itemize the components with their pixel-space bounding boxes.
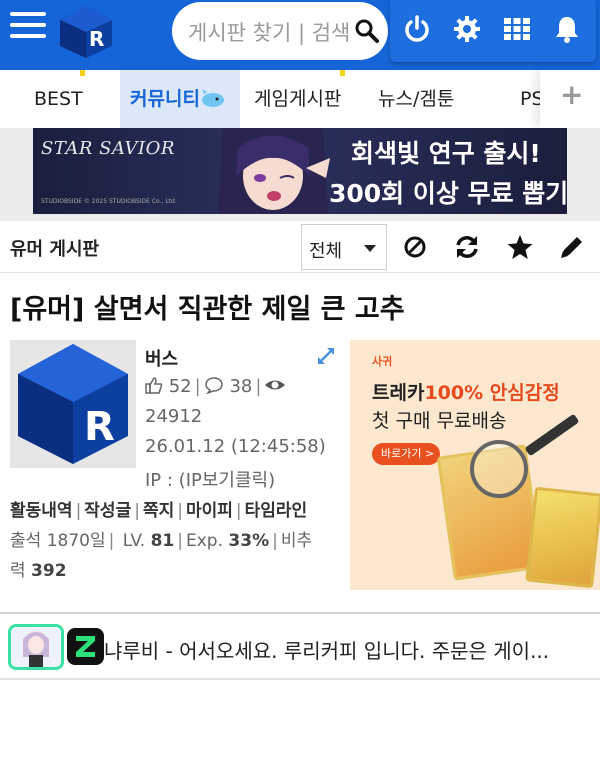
trading-card-image xyxy=(525,486,600,589)
ratio-label: 비추 xyxy=(280,531,313,551)
power-icon[interactable] xyxy=(402,14,432,44)
thumbs-up-icon xyxy=(145,377,163,394)
game-banner-ad[interactable]: STAR SAVIOR STUDIOBSIDE © 2025 STUDIOBSI… xyxy=(33,128,567,214)
bell-icon[interactable] xyxy=(552,14,582,44)
like-count: 52 xyxy=(168,376,192,397)
level-label: LV. xyxy=(122,531,146,551)
banner-logo: STAR SAVIOR xyxy=(41,138,175,159)
exp-value: 33% xyxy=(228,531,270,551)
board-toolbar: 유머 게시판 전체 xyxy=(0,221,600,273)
tab-news-toons[interactable]: 뉴스/겜툰 xyxy=(378,70,454,128)
block-icon[interactable] xyxy=(401,233,429,261)
ratio-value: 392 xyxy=(31,561,67,581)
chevron-down-icon xyxy=(364,245,376,252)
comment-text: 냐루비 - 어서오세요. 루리커피 입니다. 주문은 게이... xyxy=(104,639,550,663)
commenter-avatar[interactable] xyxy=(8,624,64,670)
author-links: 활동내역 | 작성글 | 쪽지 | 마이피 | 타임라인 xyxy=(10,501,308,521)
board-title: 유머 게시판 xyxy=(10,239,100,260)
filter-select[interactable]: 전체 xyxy=(301,224,387,270)
pencil-icon[interactable] xyxy=(558,233,586,261)
top-header: R 게시판 찾기 | 검색 xyxy=(0,0,600,70)
plus-icon: + xyxy=(560,78,584,111)
link-activity[interactable]: 활동내역 xyxy=(10,501,73,521)
author-stats-line2: 력 392 xyxy=(10,556,67,581)
banner-subheadline: 300회 이상 무료 뽑기! xyxy=(329,179,567,208)
comment-count: 38 xyxy=(229,376,253,397)
level-value: 81 xyxy=(150,531,175,551)
ad-cta-button[interactable]: 바로가기 > xyxy=(372,443,440,465)
tab-community[interactable]: 커뮤니티 xyxy=(120,70,240,128)
gear-icon[interactable] xyxy=(452,14,482,44)
anime-avatar-image xyxy=(23,631,49,667)
attendance-value: 1870일 xyxy=(46,531,106,551)
post-title: [유머] 살면서 직관한 제일 큰 고추 xyxy=(10,294,405,325)
ad-headline-a: 트레카 xyxy=(372,382,425,404)
magnifier-handle xyxy=(524,413,580,457)
ratio-label-cont: 력 xyxy=(10,561,26,581)
post-stats: 52 | 38 | xyxy=(145,376,286,397)
link-mypi[interactable]: 마이피 xyxy=(186,501,233,521)
menu-icon[interactable] xyxy=(10,12,46,44)
site-logo[interactable]: R xyxy=(58,4,114,60)
refresh-icon[interactable] xyxy=(453,233,481,261)
expand-icon[interactable] xyxy=(316,346,336,366)
author-avatar[interactable]: R xyxy=(10,340,136,468)
filter-selected: 전체 xyxy=(309,241,343,262)
whale-icon xyxy=(201,89,224,107)
search-placeholder: 게시판 찾기 | 검색 xyxy=(188,21,351,45)
section-divider xyxy=(0,612,600,614)
section-divider xyxy=(0,678,600,680)
tab-game-boards[interactable]: 게임게시판 xyxy=(254,70,341,128)
ad-headline: 트레카100% 안심감정 xyxy=(372,378,560,405)
tab-community-label: 커뮤니티 xyxy=(130,88,200,110)
comment-icon xyxy=(204,377,223,395)
author-name[interactable]: 버스 xyxy=(145,345,178,371)
eye-icon xyxy=(265,380,286,390)
ad-subheadline: 첫 구매 무료배송 xyxy=(372,410,507,432)
z-badge-icon xyxy=(67,628,104,665)
grid-icon[interactable] xyxy=(502,14,532,44)
header-actions xyxy=(390,0,596,62)
link-posts[interactable]: 작성글 xyxy=(84,501,131,521)
ad-headline-b: 100% 안심감정 xyxy=(424,382,560,404)
ad-brand: 사귀 xyxy=(372,355,393,368)
star-icon[interactable] xyxy=(506,233,534,261)
view-count: 24912 xyxy=(145,406,203,427)
author-stats-line1: 출석 1870일 | LV. 81 | Exp. 33% | 비추 xyxy=(10,531,313,551)
magnifier-icon xyxy=(470,440,528,498)
banner-copyright: STUDIOBSIDE © 2025 STUDIOBSIDE Co., Ltd. xyxy=(41,198,177,205)
banner-headline: 회색빛 연구 출시! xyxy=(351,139,541,168)
default-avatar-logo: R xyxy=(18,344,128,464)
banner-area: STAR SAVIOR STUDIOBSIDE © 2025 STUDIOBSI… xyxy=(0,128,600,221)
link-message[interactable]: 쪽지 xyxy=(143,501,174,521)
add-tab-button[interactable]: + xyxy=(540,70,600,128)
category-tabs: BEST 커뮤니티 게임게시판 뉴스/겜툰 PS + xyxy=(0,70,600,128)
anime-character-illustration xyxy=(218,128,330,214)
ip-link[interactable]: IP : (IP보기클릭) xyxy=(145,466,275,492)
post-date: 26.01.12 (12:45:58) xyxy=(145,436,326,457)
tab-best[interactable]: BEST xyxy=(34,70,83,128)
card-ad[interactable]: 사귀 트레카100% 안심감정 첫 구매 무료배송 바로가기 > xyxy=(350,340,600,590)
search-icon[interactable] xyxy=(354,18,380,44)
svg-text:R: R xyxy=(89,27,104,51)
comment-preview[interactable]: 냐루비 - 어서오세요. 루리커피 입니다. 주문은 게이... xyxy=(0,620,600,676)
search-input[interactable]: 게시판 찾기 | 검색 xyxy=(172,2,388,60)
svg-text:R: R xyxy=(84,404,115,450)
exp-label: Exp. xyxy=(186,531,223,551)
link-timeline[interactable]: 타임라인 xyxy=(245,501,308,521)
attendance-label: 출석 xyxy=(10,531,42,551)
